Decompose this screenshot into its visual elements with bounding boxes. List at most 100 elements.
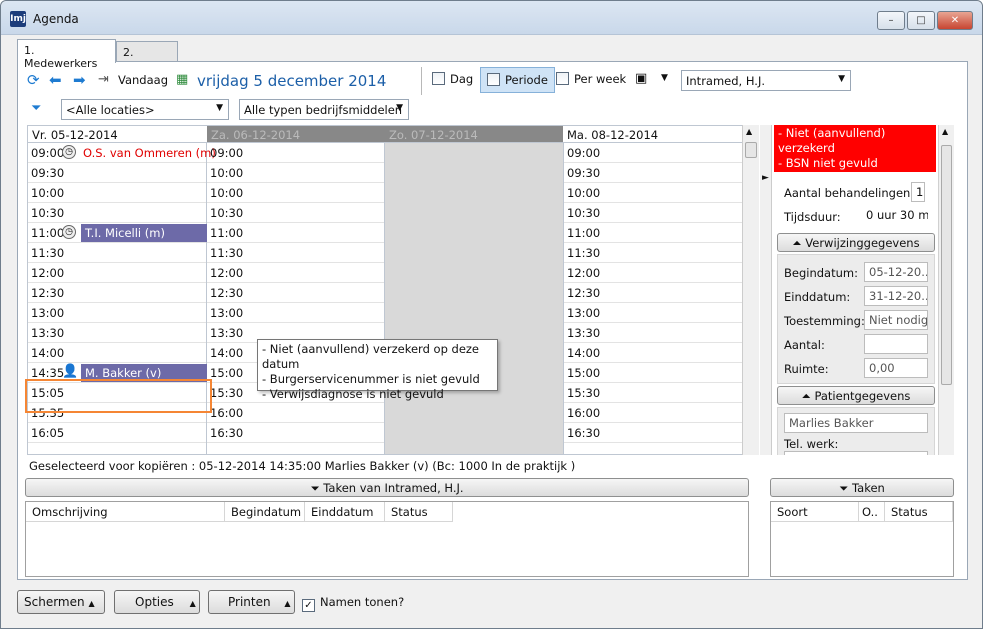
time-slot[interactable]: 11:30 [207, 243, 384, 263]
time-slot[interactable]: 16:00 [207, 403, 384, 423]
column-header[interactable]: Begindatum [225, 502, 305, 522]
view-day-button[interactable]: Dag [426, 67, 479, 93]
appointment[interactable]: O.S. van Ommeren (m) [83, 146, 216, 160]
calendar-scrollbar[interactable]: ▲ [742, 125, 759, 455]
time-slot[interactable]: 16:30 [564, 423, 743, 443]
view-period-button[interactable]: Periode [480, 67, 555, 93]
time-slot[interactable]: 12:30 [564, 283, 743, 303]
forward-arrow-icon[interactable]: ➡ [73, 72, 86, 88]
time-slot[interactable]: 09:00 ◷ O.S. van Ommeren (m) [28, 143, 216, 163]
tab-medewerkers[interactable]: 1. Medewerkers [17, 39, 116, 70]
options-button[interactable]: Opties ▲ [114, 590, 200, 614]
work-phone-field[interactable]: 0182-640045 [784, 451, 928, 455]
back-arrow-icon[interactable]: ⬅ [49, 72, 62, 88]
employee-tasks-table[interactable]: Omschrijving Begindatum Einddatum Status [25, 501, 749, 577]
time-slot[interactable]: 10:30 [207, 203, 384, 223]
patient-name-field[interactable]: Marlies Bakker [784, 413, 928, 433]
patient-section-toggle[interactable]: ⏶ Patientgegevens [777, 386, 935, 405]
week-view-icon [556, 72, 569, 85]
time-slot[interactable]: 10:00 [564, 183, 743, 203]
time-slot[interactable]: 11:30 [28, 243, 206, 263]
refresh-icon[interactable]: ⟳ [27, 72, 40, 88]
time-slot[interactable]: 11:00 [207, 223, 384, 243]
show-names-checkbox[interactable]: ✓ Namen tonen? [302, 595, 404, 612]
print-preview-icon[interactable]: ▣ [635, 71, 647, 86]
time-label: 12:30 [210, 286, 244, 300]
time-slot[interactable]: 09:30 [28, 163, 206, 183]
referral-section-toggle[interactable]: ⏶ Verwijzinggegevens [777, 233, 935, 252]
column-header[interactable]: Status [885, 502, 953, 522]
time-slot[interactable]: 16:00 [564, 403, 743, 423]
tasks-table[interactable]: Soort O.. Status [770, 501, 954, 577]
time-slot[interactable]: 13:00 [28, 303, 206, 323]
time-slot[interactable]: 11:00 ◷ T.I. Micelli (m) [28, 223, 207, 243]
filter-clear-icon[interactable]: ⏷ [31, 101, 41, 116]
time-slot[interactable]: 10:00 [207, 163, 384, 183]
time-slot[interactable]: 10:00 [207, 183, 384, 203]
employee-select[interactable]: Intramed, H.J. ▼ [681, 70, 851, 91]
resource-type-select[interactable]: Alle typen bedrijfsmiddelen ▼ [239, 99, 409, 120]
minimize-button[interactable]: – [877, 11, 905, 30]
day-column-sat[interactable]: 09:00 10:00 10:00 10:30 11:00 11:30 12:00 12:30… [207, 143, 385, 454]
time-slot[interactable]: 10:30 [564, 203, 743, 223]
end-date-field[interactable]: 31-12-20... [864, 286, 928, 306]
chevron-down-icon[interactable]: ▼ [661, 73, 668, 83]
time-slot[interactable]: 09:00 [564, 143, 743, 163]
time-slot[interactable]: 12:00 [28, 263, 206, 283]
view-week-button[interactable]: Per week [550, 67, 632, 93]
time-slot[interactable]: 09:30 [564, 163, 743, 183]
time-label: 12:30 [567, 286, 601, 300]
close-button[interactable]: ✕ [937, 11, 973, 30]
print-button[interactable]: Printen ▲ [208, 590, 295, 614]
today-icon[interactable]: ⇥ [98, 72, 109, 88]
location-select[interactable]: <Alle locaties> ▼ [61, 99, 229, 120]
consent-field[interactable]: Niet nodig [864, 310, 928, 330]
side-panel-toggle[interactable]: ► [760, 125, 772, 455]
employee-tasks-toggle[interactable]: ⏷ Taken van Intramed, H.J. [25, 478, 749, 497]
start-date-field[interactable]: 05-12-20... [864, 262, 928, 282]
column-header[interactable]: Soort [771, 502, 859, 522]
scroll-thumb[interactable] [745, 142, 757, 158]
time-slot[interactable]: 13:00 [564, 303, 743, 323]
time-slot[interactable]: 15:00 [564, 363, 743, 383]
time-slot[interactable]: 10:30 [28, 203, 206, 223]
column-header[interactable]: O.. [859, 502, 885, 522]
today-button[interactable]: Vandaag [118, 73, 168, 87]
current-date[interactable]: vrijdag 5 december 2014 [197, 72, 386, 90]
count-field[interactable] [864, 334, 928, 354]
time-slot[interactable]: 10:00 [28, 183, 206, 203]
calendar-icon[interactable]: ▦ [176, 72, 188, 88]
tasks-toggle[interactable]: ⏷ Taken [770, 478, 954, 497]
tab-ruimtes[interactable]: 2. Ruimtes [116, 41, 178, 72]
checkmark-icon: ✓ [302, 599, 315, 612]
show-names-label: Namen tonen? [320, 595, 405, 609]
column-header[interactable]: Omschrijving [26, 502, 225, 522]
chevron-right-icon[interactable]: ► [762, 173, 769, 183]
time-slot[interactable]: 14:00 [28, 343, 206, 363]
scroll-thumb[interactable] [941, 145, 952, 385]
time-slot[interactable]: 11:00 [564, 223, 743, 243]
time-slot[interactable]: 16:30 [207, 423, 384, 443]
appointment[interactable]: T.I. Micelli (m) [81, 224, 207, 242]
column-header[interactable]: Einddatum [305, 502, 385, 522]
time-slot[interactable]: 12:00 [564, 263, 743, 283]
time-slot[interactable]: 09:00 [207, 143, 384, 163]
time-slot[interactable]: 12:00 [207, 263, 384, 283]
time-slot[interactable]: 15:30 [564, 383, 743, 403]
time-slot[interactable]: 11:30 [564, 243, 743, 263]
time-slot[interactable]: 13:30 [28, 323, 206, 343]
time-slot[interactable]: 12:30 [28, 283, 206, 303]
time-slot[interactable]: 13:00 [207, 303, 384, 323]
time-slot[interactable]: 14:00 [564, 343, 743, 363]
screens-button[interactable]: Schermen ▲ [17, 590, 105, 614]
scroll-up-icon[interactable]: ▲ [942, 127, 948, 136]
maximize-button[interactable]: □ [907, 11, 935, 30]
room-field[interactable]: 0,00 [864, 358, 928, 378]
time-slot[interactable]: 13:30 [564, 323, 743, 343]
day-column-mon[interactable]: 09:00 09:30 10:00 10:30 11:00 11:30 12:00 12:30… [563, 143, 743, 454]
scroll-up-icon[interactable]: ▲ [746, 127, 752, 136]
side-panel-scrollbar[interactable]: ▲ [938, 125, 954, 455]
time-slot[interactable]: 12:30 [207, 283, 384, 303]
column-header[interactable]: Status [385, 502, 453, 522]
time-slot[interactable]: 16:05 [28, 423, 206, 443]
